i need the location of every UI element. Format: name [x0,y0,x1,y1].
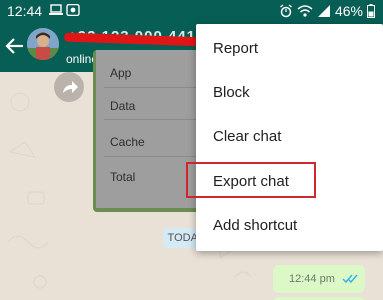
alarm-icon [280,4,292,18]
menu-item-report[interactable]: Report [213,40,258,57]
battery-percent: 46% [334,3,363,19]
overflow-menu: Report Block Clear chat Export chat Add … [196,24,383,251]
menu-item-block[interactable]: Block [213,84,250,101]
read-ticks-icon [342,274,358,284]
divider [104,87,200,88]
storage-row-cache: Cache [110,135,145,149]
highlight-box [186,162,316,198]
avatar[interactable] [27,28,59,60]
menu-item-add-shortcut[interactable]: Add shortcut [213,217,297,234]
laptop-icon [49,4,63,15]
message-time: 12:44 pm [289,273,335,285]
back-arrow-icon[interactable] [4,35,26,57]
signal-icon [317,5,330,17]
forward-button[interactable] [54,72,84,102]
status-time: 12:44 [7,3,43,19]
divider [104,156,200,157]
wifi-icon [297,5,313,17]
battery-icon [367,4,375,18]
divider [104,119,200,120]
status-bar: 12:44 46% [0,0,383,24]
storage-row-data: Data [110,99,136,113]
storage-row-total: Total [110,170,136,184]
storage-row-app: App [110,66,132,80]
outgoing-message-bubble[interactable]: 12:44 pm [273,265,365,293]
status-right-group: 46% [279,3,375,19]
forward-icon [63,81,78,93]
menu-item-clear-chat[interactable]: Clear chat [213,128,281,145]
image-notification-icon [66,4,80,16]
